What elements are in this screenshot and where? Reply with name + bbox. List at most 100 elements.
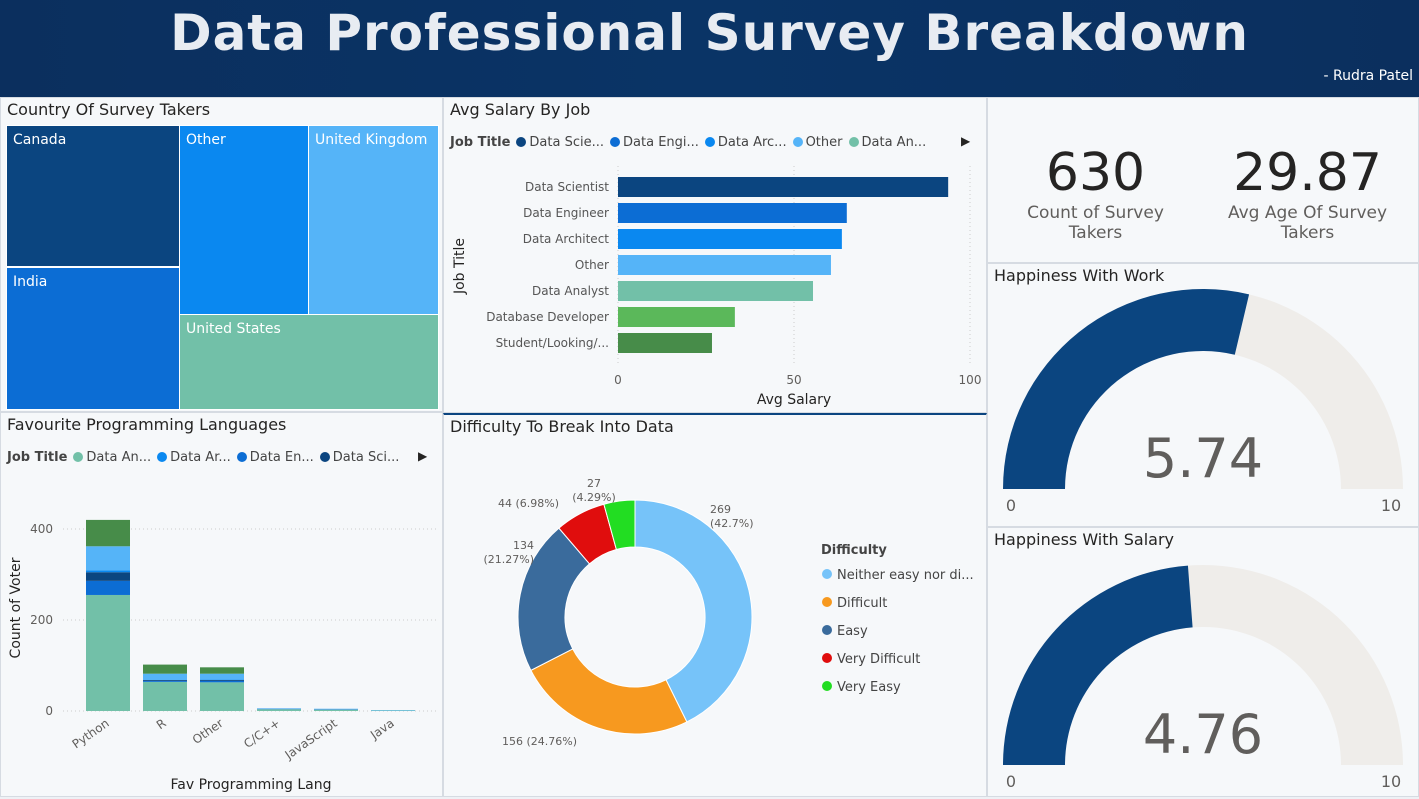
bar bbox=[618, 203, 847, 223]
x-tick-label: Python bbox=[70, 716, 112, 751]
bar-segment bbox=[86, 546, 130, 570]
y-tick-label: Data Scientist bbox=[525, 180, 609, 194]
gauge-max: 10 bbox=[1381, 496, 1401, 515]
salary-panel: Avg Salary By Job Job TitleData Scie...D… bbox=[443, 97, 987, 413]
bar bbox=[618, 229, 842, 249]
data-label: 156 (24.76%) bbox=[502, 735, 577, 748]
legend-label: Very Difficult bbox=[837, 652, 920, 667]
bar-segment bbox=[314, 710, 358, 711]
y-tick-label: Other bbox=[575, 258, 609, 272]
kpi-panel: 630Count of Survey Takers 29.87Avg Age O… bbox=[987, 97, 1419, 263]
x-tick-label: Java bbox=[367, 716, 397, 743]
kpi-label: Avg Age Of Survey Takers bbox=[1200, 203, 1415, 243]
gauge-salary-panel: Happiness With Salary 4.76010 bbox=[987, 527, 1419, 797]
legend-label: Easy bbox=[837, 624, 868, 639]
bar bbox=[618, 307, 735, 327]
bar-segment bbox=[143, 681, 187, 682]
legend-dot-icon bbox=[822, 653, 832, 663]
kpi-avg-age: 29.87Avg Age Of Survey Takers bbox=[1200, 143, 1415, 243]
y-axis-label: Count of Voter bbox=[8, 557, 24, 658]
country-treemap-panel: Country Of Survey Takers Canada India Ot… bbox=[0, 97, 443, 412]
difficulty-donut-chart: 269(42.7%) Neither easy nor di... 156 (24.… bbox=[444, 415, 988, 799]
bar-segment bbox=[143, 680, 187, 681]
legend-dot-icon bbox=[822, 569, 832, 579]
x-tick-label: JavaScript bbox=[282, 716, 340, 763]
treemap-tile-other[interactable]: Other bbox=[179, 125, 309, 315]
bar-segment bbox=[86, 581, 130, 595]
languages-chart: 0200400PythonROtherC/C++JavaScriptJavaFa… bbox=[1, 413, 444, 798]
x-tick-label: 100 bbox=[959, 373, 982, 387]
treemap-tile-india[interactable]: India bbox=[6, 267, 180, 410]
tile-label: United States bbox=[186, 321, 281, 337]
y-tick-label: Data Engineer bbox=[523, 206, 609, 220]
x-tick-label: R bbox=[154, 716, 169, 732]
x-tick-label: Other bbox=[190, 716, 226, 747]
gauge-min: 0 bbox=[1006, 496, 1016, 515]
y-tick-label: Data Architect bbox=[523, 232, 610, 246]
data-label: 269(42.7%) bbox=[710, 503, 754, 530]
legend-label: Neither easy nor di... bbox=[837, 568, 974, 583]
legend-title: Difficulty bbox=[821, 543, 887, 558]
legend-dot-icon bbox=[822, 681, 832, 691]
bar bbox=[618, 255, 831, 275]
x-axis-label: Fav Programming Lang bbox=[170, 777, 331, 793]
gauge-value: 4.76 bbox=[1143, 703, 1263, 766]
y-tick-label: 200 bbox=[30, 613, 53, 627]
legend-dot-icon bbox=[822, 597, 832, 607]
tile-label: United Kingdom bbox=[315, 132, 427, 148]
bar bbox=[618, 333, 712, 353]
panel-title: Country Of Survey Takers bbox=[7, 100, 210, 119]
bar-segment bbox=[86, 520, 130, 546]
x-tick-label: C/C++ bbox=[241, 716, 283, 751]
difficulty-panel: Difficulty To Break Into Data 269(42.7%)… bbox=[443, 413, 987, 797]
gauge-min: 0 bbox=[1006, 772, 1016, 791]
y-tick-label: Data Analyst bbox=[532, 284, 609, 298]
gauge-salary: 4.76 0 10 bbox=[988, 528, 1419, 798]
languages-panel: Favourite Programming Languages Job Titl… bbox=[0, 412, 443, 797]
bar-segment bbox=[86, 595, 130, 711]
bar-segment bbox=[143, 665, 187, 674]
legend-label: Difficult bbox=[837, 596, 887, 611]
legend-dot-icon bbox=[822, 625, 832, 635]
kpi-value: 630 bbox=[998, 143, 1193, 203]
tile-label: Canada bbox=[13, 132, 66, 148]
kpi-label: Count of Survey Takers bbox=[998, 203, 1193, 243]
bar-segment bbox=[200, 674, 244, 680]
treemap-tile-us[interactable]: United States bbox=[179, 314, 439, 410]
bar-segment bbox=[257, 709, 301, 711]
data-label: 134(21.27%) bbox=[483, 539, 534, 566]
header: Data Professional Survey Breakdown - Rud… bbox=[0, 0, 1419, 97]
data-label: 27(4.29%) bbox=[572, 477, 616, 504]
y-axis-label: Job Title bbox=[452, 238, 468, 295]
gauge-max: 10 bbox=[1381, 772, 1401, 791]
treemap-tile-uk[interactable]: United Kingdom bbox=[308, 125, 439, 315]
gauge-value: 5.74 bbox=[1143, 427, 1263, 490]
y-tick-label: 400 bbox=[30, 522, 53, 536]
bar-segment bbox=[200, 681, 244, 682]
treemap-tile-canada[interactable]: Canada bbox=[6, 125, 180, 267]
salary-chart: 0 50 100 Data Scientist Data Engineer Data Ar… bbox=[444, 98, 988, 414]
y-tick-label: 0 bbox=[45, 704, 53, 718]
x-axis-label: Avg Salary bbox=[757, 392, 831, 408]
donut-slice bbox=[531, 649, 687, 734]
bar-segment bbox=[200, 680, 244, 681]
bar-segment bbox=[86, 572, 130, 581]
x-tick-label: 0 bbox=[614, 373, 622, 387]
bar bbox=[618, 177, 948, 197]
y-tick-label: Database Developer bbox=[486, 310, 609, 324]
bar-segment bbox=[143, 682, 187, 711]
legend-label: Very Easy bbox=[837, 680, 901, 695]
gauge-work: 5.74 0 10 bbox=[988, 264, 1419, 528]
data-label: 44 (6.98%) bbox=[498, 497, 559, 510]
bar-segment bbox=[143, 674, 187, 680]
y-tick-label: Student/Looking/... bbox=[496, 336, 609, 350]
bar bbox=[618, 281, 813, 301]
kpi-count: 630Count of Survey Takers bbox=[998, 143, 1193, 243]
bar-segment bbox=[200, 667, 244, 673]
gauge-work-panel: Happiness With Work 5.74010 bbox=[987, 263, 1419, 527]
kpi-value: 29.87 bbox=[1200, 143, 1415, 203]
page-title: Data Professional Survey Breakdown bbox=[0, 4, 1419, 62]
tile-label: Other bbox=[186, 132, 226, 148]
author: - Rudra Patel bbox=[1323, 68, 1413, 84]
x-tick-label: 50 bbox=[786, 373, 801, 387]
